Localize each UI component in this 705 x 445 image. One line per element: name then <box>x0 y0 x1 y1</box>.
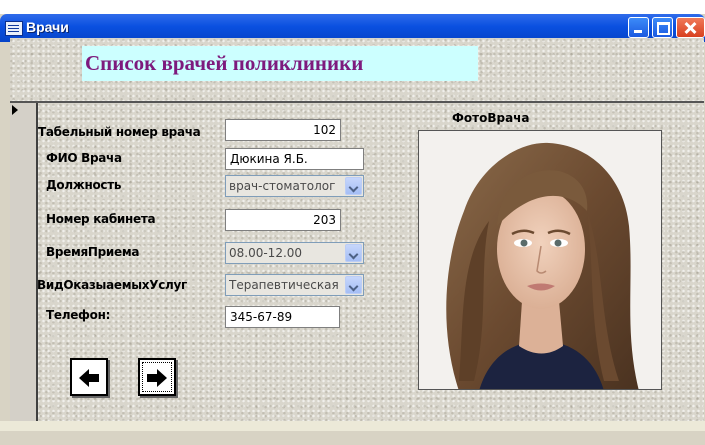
arrow-left-icon <box>79 369 99 387</box>
window-bottom-area <box>0 421 705 431</box>
full-name-label: ФИО Врача <box>46 151 122 165</box>
photo-label: ФотоВрача <box>452 111 530 125</box>
position-combo[interactable]: врач-стоматолог <box>225 175 364 197</box>
full-name-field[interactable]: Дюкина Я.Б. <box>225 148 364 170</box>
phone-label: Телефон: <box>46 308 111 322</box>
service-type-value: Терапевтическая <box>229 278 339 292</box>
service-type-combo[interactable]: Терапевтическая <box>225 274 364 296</box>
minimize-button[interactable] <box>628 17 649 38</box>
next-record-button[interactable] <box>138 358 176 396</box>
close-button[interactable] <box>676 17 705 38</box>
room-field[interactable]: 203 <box>225 209 341 231</box>
reception-time-label: ВремяПриема <box>46 245 140 259</box>
position-value: врач-стоматолог <box>229 179 336 193</box>
tab-number-label: Табельный номер врача <box>38 125 201 139</box>
form-title: Список врачей поликлиники <box>82 46 478 81</box>
position-label: Должность <box>46 178 122 192</box>
maximize-button[interactable] <box>652 17 673 38</box>
room-label: Номер кабинета <box>46 212 156 226</box>
clipped-header-strip <box>0 0 705 14</box>
arrow-right-icon <box>147 369 167 387</box>
portrait-image <box>419 131 661 389</box>
chevron-down-icon[interactable] <box>345 177 362 195</box>
service-type-label: ВидОказыаемыхУслуг <box>37 278 187 292</box>
current-record-icon <box>12 105 18 115</box>
reception-time-combo[interactable]: 08.00-12.00 <box>225 242 364 264</box>
chevron-down-icon[interactable] <box>345 276 362 294</box>
form-icon <box>5 21 23 36</box>
reception-time-value: 08.00-12.00 <box>229 246 303 260</box>
tab-number-field[interactable]: 102 <box>225 119 341 141</box>
doctor-photo[interactable] <box>418 130 662 390</box>
chevron-down-icon[interactable] <box>345 244 362 262</box>
previous-record-button[interactable] <box>70 358 108 396</box>
window-title: Врачи <box>26 19 69 35</box>
phone-field[interactable]: 345-67-89 <box>225 306 340 328</box>
record-selector[interactable] <box>10 103 38 421</box>
